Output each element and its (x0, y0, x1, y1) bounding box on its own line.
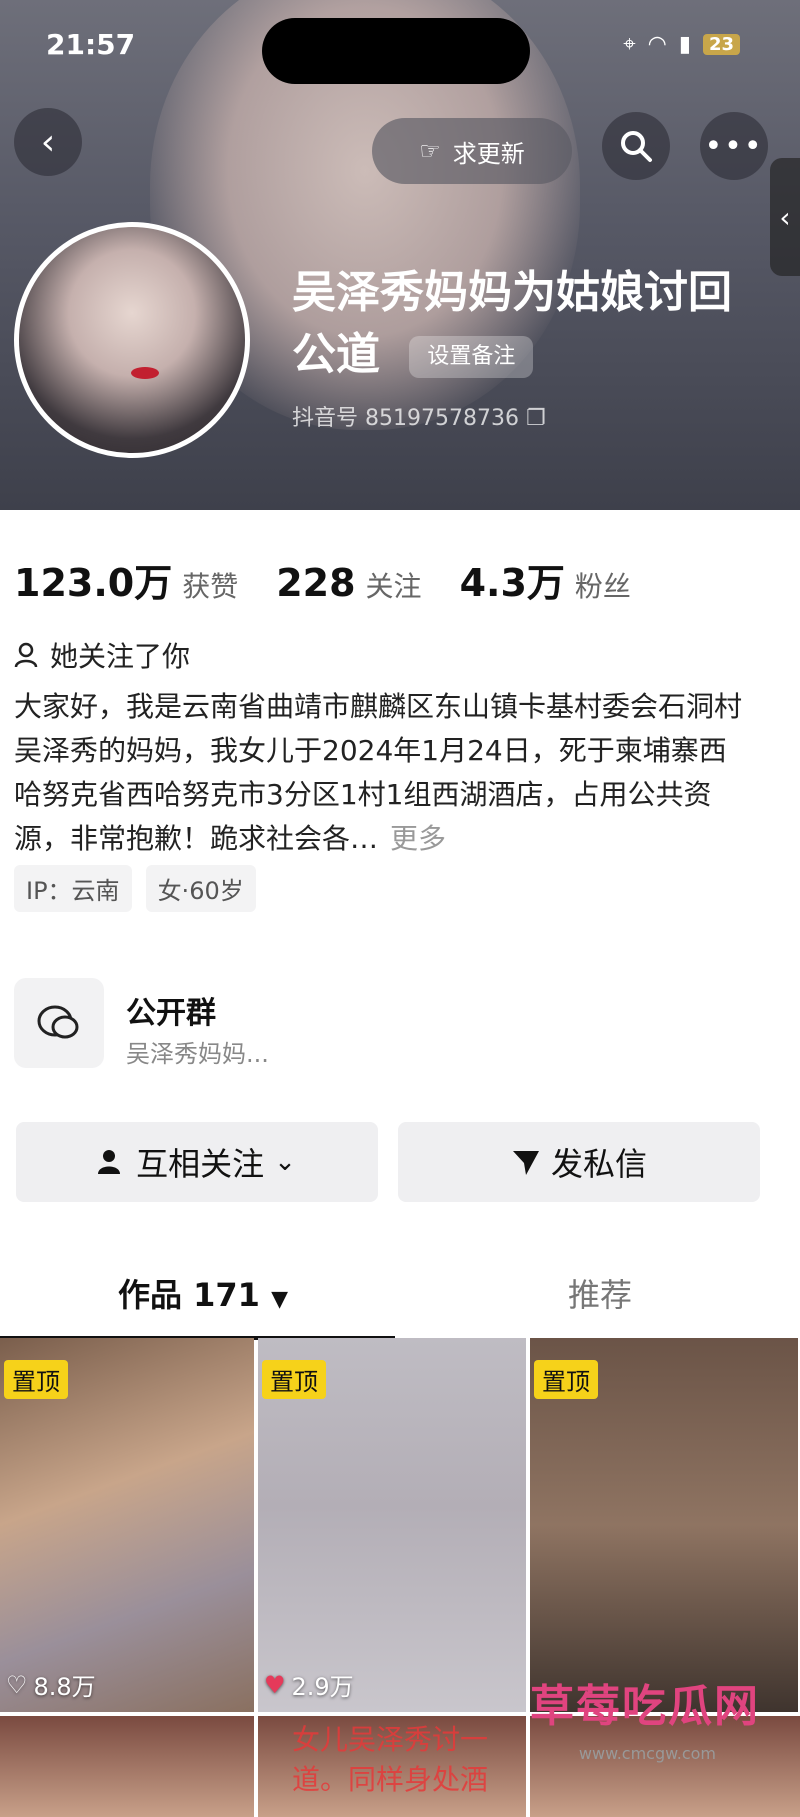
video-likes: ♥ 2.9万 (264, 1667, 354, 1702)
group-title: 公开群 (126, 996, 216, 1031)
copy-icon[interactable]: ❐ (526, 406, 546, 431)
followers-count[interactable]: 4.3万 (460, 552, 565, 607)
heart-filled-icon: ♥ (264, 1670, 286, 1699)
follows-you-text: 她关注了你 (50, 640, 191, 673)
status-bar: 21:57 ⌖ ◠ ▮ 23 (0, 18, 800, 84)
send-message-button[interactable]: 发私信 (398, 1122, 760, 1202)
mutual-follow-button[interactable]: 互相关注 ⌄ (16, 1122, 378, 1202)
request-update-label: 求更新 (452, 139, 525, 168)
tab-works[interactable]: 作品 171 ▼ (118, 1270, 288, 1316)
set-remark-button[interactable]: 设置备注 (409, 336, 534, 378)
bio-more-link[interactable]: 更多 (390, 822, 446, 855)
chevron-left-icon: ‹ (779, 200, 791, 234)
thumbnail-caption: 女儿吴泽秀讨一 道。同样身处酒 (292, 1723, 489, 1796)
search-button[interactable] (602, 112, 670, 180)
profile-header: 21:57 ⌖ ◠ ▮ 23 ‹ ☞ 求更新 ••• ‹ 吴泽秀妈妈为姑娘讨回公… (0, 0, 800, 510)
hand-pointing-icon: ☞ (419, 137, 441, 165)
video-thumbnail[interactable] (0, 1716, 254, 1817)
video-likes-count: 2.9万 (291, 1673, 354, 1701)
public-group-entry[interactable]: 公开群 吴泽秀妈妈... (14, 974, 774, 1074)
douyin-id[interactable]: 抖音号 85197578736 ❐ (292, 400, 546, 432)
ip-tag: IP：云南 (14, 865, 132, 912)
tab-works-label: 作品 171 (118, 1276, 260, 1314)
video-thumbnail[interactable]: 置顶 (530, 1338, 798, 1712)
likes-label: 获赞 (182, 570, 239, 603)
profile-stats: 123.0万 获赞 228 关注 4.3万 粉丝 (14, 552, 659, 607)
paper-plane-icon (512, 1151, 539, 1175)
bio-text: 大家好，我是云南省曲靖市麒麟区东山镇卡基村委会石洞村吴泽秀的妈妈，我女儿于202… (14, 690, 743, 855)
video-thumbnail[interactable]: 置顶 ♡ 8.8万 (0, 1338, 254, 1712)
status-time: 21:57 (46, 28, 136, 61)
avatar[interactable] (14, 222, 250, 458)
profile-name-block: 吴泽秀妈妈为姑娘讨回公道 设置备注 (292, 262, 772, 386)
video-grid: 置顶 ♡ 8.8万 置顶 ♥ 2.9万 置顶 (0, 1338, 800, 1712)
site-watermark: 草莓吃瓜网 (530, 1681, 760, 1732)
douyin-id-text: 抖音号 85197578736 (292, 406, 519, 431)
pinned-badge: 置顶 (4, 1360, 68, 1399)
heart-outline-icon: ♡ (6, 1670, 28, 1699)
battery-indicator: 23 (702, 34, 740, 55)
mutual-follow-label: 互相关注 (136, 1145, 265, 1183)
more-button[interactable]: ••• (700, 112, 768, 180)
group-subtitle: 吴泽秀妈妈... (126, 1040, 269, 1068)
status-icons: ⌖ ◠ ▮ 23 (623, 32, 740, 57)
following-count[interactable]: 228 (276, 561, 355, 605)
chevron-down-icon: ⌄ (274, 1147, 296, 1177)
wifi-icon: ◠ (647, 32, 667, 57)
tab-recommend[interactable]: 推荐 (568, 1270, 632, 1316)
profile-bio[interactable]: 大家好，我是云南省曲靖市麒麟区东山镇卡基村委会石洞村吴泽秀的妈妈，我女儿于202… (14, 685, 744, 861)
gender-age-tag: 女·60岁 (145, 865, 256, 912)
pinned-badge: 置顶 (534, 1360, 598, 1399)
pinned-badge: 置顶 (262, 1360, 326, 1399)
follows-you-indicator: 她关注了你 (14, 635, 190, 675)
content-tabs: 作品 171 ▼ 推荐 (0, 1250, 800, 1340)
followers-label: 粉丝 (574, 570, 631, 603)
send-message-label: 发私信 (550, 1145, 647, 1183)
request-update-button[interactable]: ☞ 求更新 (372, 118, 572, 184)
side-drawer-handle[interactable]: ‹ (770, 158, 800, 276)
following-label: 关注 (365, 570, 422, 603)
video-likes: ♡ 8.8万 (6, 1667, 96, 1702)
chat-bubble-icon (14, 978, 104, 1068)
user-check-icon (98, 1150, 121, 1174)
profile-tags: IP：云南 女·60岁 (14, 865, 256, 912)
signal-icon: ▮ (678, 32, 691, 57)
video-thumbnail[interactable]: 置顶 ♥ 2.9万 (258, 1338, 526, 1712)
back-button[interactable]: ‹ (14, 108, 82, 176)
more-icon: ••• (704, 128, 764, 164)
caret-down-icon: ▼ (271, 1287, 289, 1312)
location-icon: ⌖ (623, 32, 636, 57)
back-arrow-icon: ‹ (40, 121, 56, 163)
site-watermark-url: www.cmcgw.com (578, 1744, 716, 1763)
user-icon (14, 642, 38, 668)
video-likes-count: 8.8万 (33, 1673, 96, 1701)
avatar-photo-detail (131, 367, 159, 379)
search-icon (621, 131, 652, 162)
likes-count[interactable]: 123.0万 (14, 552, 172, 607)
camera-notch (262, 18, 530, 84)
